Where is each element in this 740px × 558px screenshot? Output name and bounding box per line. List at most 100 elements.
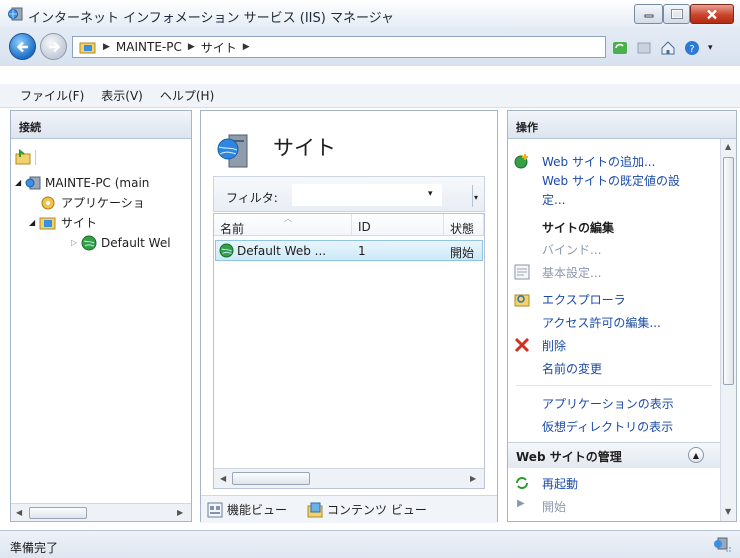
filter-label: フィルタ: (226, 191, 278, 205)
add-site-icon (514, 154, 528, 169)
connections-pane: 接続 ◢ MAINTE-PC (main アプリケーショ ◢ サイト ▷ Def… (10, 110, 192, 522)
connections-tree: ◢ MAINTE-PC (main アプリケーショ ◢ サイト ▷ Defaul… (11, 173, 191, 503)
action-delete[interactable]: 削除 (542, 337, 566, 354)
refresh-icon[interactable] (612, 40, 628, 56)
help-dropdown-icon[interactable]: ▾ (708, 43, 713, 53)
content-view-icon (307, 502, 323, 517)
scroll-right-icon[interactable]: ▶ (470, 474, 476, 483)
filter-bar: フィルタ: ▾ ▾ (213, 176, 485, 212)
action-bindings[interactable]: バインド... (542, 241, 601, 258)
scroll-left-icon[interactable]: ◀ (16, 508, 22, 517)
scroll-thumb[interactable] (29, 507, 87, 519)
tree-node-app-pools[interactable]: アプリケーショ (39, 193, 145, 212)
chevron-up-icon: ▲ (692, 450, 700, 460)
cell-status: 開始 (450, 246, 475, 260)
tree-node-server[interactable]: ◢ MAINTE-PC (main (15, 173, 149, 192)
connections-header: 接続 (11, 111, 191, 139)
action-site-defaults[interactable]: Web サイトの既定値の設 (542, 172, 680, 189)
sort-up-icon: ︿ (284, 214, 292, 223)
minimize-button[interactable] (634, 4, 663, 24)
tree-label-sites: サイト (61, 216, 98, 230)
sites-server-icon (217, 134, 248, 168)
action-start[interactable]: 開始 (542, 498, 566, 515)
vertical-scrollbar[interactable]: ▲ ▼ (720, 139, 736, 521)
iis-icon (8, 7, 23, 21)
forward-arrow-icon (48, 41, 60, 52)
horizontal-scrollbar[interactable]: ◀ ▶ (11, 503, 191, 521)
divider (516, 385, 712, 386)
chevron-right-icon: ▶ (103, 42, 110, 52)
column-header-status[interactable]: 状態 (444, 214, 484, 236)
server-icon (25, 176, 41, 189)
delete-icon (514, 337, 530, 353)
action-view-apps[interactable]: アプリケーションの表示 (542, 395, 674, 412)
window-title: インターネット インフォメーション サービス (IIS) マネージャ (28, 11, 395, 26)
back-button[interactable] (9, 33, 36, 60)
forward-button[interactable] (40, 33, 67, 60)
site-folder-icon (79, 42, 96, 54)
tree-label-app-pools: アプリケーショ (61, 196, 145, 210)
expand-arrow-icon[interactable]: ▷ (71, 238, 81, 247)
breadcrumb-sites[interactable]: サイト (201, 39, 237, 56)
action-site-defaults-cont[interactable]: 定... (542, 191, 565, 208)
scroll-left-icon[interactable]: ◀ (220, 474, 226, 483)
collapse-arrow-icon[interactable]: ◢ (15, 178, 25, 187)
scroll-down-icon[interactable]: ▼ (725, 507, 731, 516)
breadcrumb-server[interactable]: MAINTE-PC (116, 40, 182, 54)
back-arrow-icon (16, 41, 28, 52)
scroll-thumb[interactable] (232, 472, 310, 485)
restart-icon (516, 477, 528, 489)
close-button[interactable] (690, 4, 734, 24)
toolbar: ? ▾ (612, 38, 738, 58)
action-edit-permissions[interactable]: アクセス許可の編集... (542, 314, 661, 331)
menu-file[interactable]: ファイル(F) (20, 87, 84, 104)
address-bar[interactable]: ▶ MAINTE-PC ▶ サイト ▶ (72, 36, 606, 58)
column-header-id[interactable]: ID (352, 214, 444, 236)
connect-icon[interactable] (15, 149, 31, 165)
section-edit-site: サイトの編集 (542, 221, 615, 235)
menu-view[interactable]: 表示(V) (101, 87, 143, 104)
tree-label-default-site: Default Wel (101, 235, 171, 250)
tab-content-view[interactable]: コンテンツ ビュー (307, 501, 427, 518)
network-status-icon (714, 537, 731, 552)
action-rename[interactable]: 名前の変更 (542, 360, 602, 377)
minimize-icon (644, 14, 653, 18)
stop-icon[interactable] (636, 40, 652, 56)
svg-text:?: ? (689, 44, 694, 55)
features-view-icon (207, 502, 223, 517)
action-add-site[interactable]: Web サイトの追加... (542, 153, 655, 170)
scroll-thumb[interactable] (723, 157, 734, 385)
filter-divider (472, 185, 473, 207)
sites-folder-icon (39, 217, 56, 229)
maximize-button[interactable] (663, 4, 690, 24)
column-header-name[interactable]: 名前 ︿ (214, 214, 352, 236)
action-view-vdirs[interactable]: 仮想ディレクトリの表示 (542, 418, 673, 435)
tab-features-view[interactable]: 機能ビュー (207, 501, 287, 518)
action-basic-settings[interactable]: 基本設定... (542, 264, 601, 281)
tree-node-default-site[interactable]: ▷ Default Wel (71, 233, 171, 252)
collapse-section-button[interactable]: ▲ (688, 447, 704, 463)
action-explore[interactable]: エクスプローラ (542, 291, 626, 308)
menu-help[interactable]: ヘルプ(H) (160, 87, 214, 104)
menu-bar: ファイル(F) 表示(V) ヘルプ(H) (0, 84, 740, 108)
filter-input[interactable] (292, 184, 442, 206)
help-icon[interactable]: ? (684, 40, 700, 56)
table-row[interactable]: Default Web ... 1 開始 (215, 240, 483, 261)
tree-node-sites[interactable]: ◢ サイト (29, 213, 97, 232)
horizontal-scrollbar[interactable]: ◀ ▶ (214, 468, 484, 488)
actions-header: 操作 (508, 111, 736, 139)
chevron-right-icon[interactable]: ▶ (243, 42, 250, 52)
scroll-right-icon[interactable]: ▶ (177, 508, 183, 517)
explore-icon (514, 294, 530, 307)
cell-name: Default Web ... (237, 244, 327, 258)
scroll-up-icon[interactable]: ▲ (725, 142, 731, 151)
status-bar: 準備完了 (0, 530, 740, 558)
more-icon[interactable]: ▾ (474, 193, 478, 202)
app-pool-icon (41, 196, 55, 209)
status-text: 準備完了 (10, 541, 59, 555)
collapse-arrow-icon[interactable]: ◢ (29, 218, 39, 227)
filter-dropdown-icon[interactable]: ▾ (428, 189, 433, 199)
home-icon[interactable] (660, 40, 676, 56)
action-restart[interactable]: 再起動 (542, 475, 578, 492)
page-title: サイト (273, 136, 336, 160)
